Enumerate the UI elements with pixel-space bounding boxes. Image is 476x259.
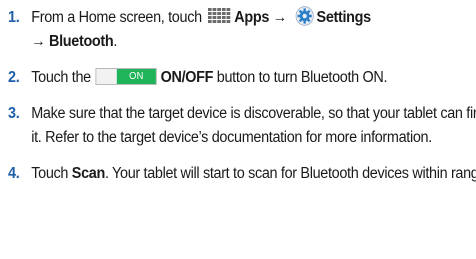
on-off-toggle: ON: [95, 68, 157, 85]
arrow: →: [31, 33, 46, 50]
onoff-label: ON/OFF: [160, 69, 214, 86]
instruction-list: 1. From a Home screen, touch Apps → Sett…: [0, 0, 476, 259]
step-4: 4. Touch Scan. Your tablet will start to…: [8, 162, 476, 186]
bluetooth-label: Bluetooth: [49, 33, 114, 50]
step-number: 4.: [8, 165, 20, 182]
settings-label: Settings: [316, 9, 372, 26]
step-text: From a Home screen, touch: [31, 9, 202, 26]
period: .: [113, 33, 118, 50]
step-text: button to turn Bluetooth ON.: [216, 69, 388, 86]
step-2: 2. Touch the ON ON/OFF button to turn Blue…: [8, 66, 476, 90]
settings-gear-icon: [295, 6, 314, 26]
step-text: Touch the: [31, 69, 91, 86]
step-text: . Your tablet will start to scan for Blu…: [104, 165, 476, 182]
toggle-on-label: ON: [116, 69, 156, 84]
step-number: 2.: [8, 69, 20, 86]
arrow: →: [272, 9, 287, 26]
step-1: 1. From a Home screen, touch Apps → Sett…: [8, 6, 476, 54]
apps-label: Apps: [234, 9, 270, 26]
step-text: Make sure that the target device is disc…: [31, 105, 476, 146]
step-number: 3.: [8, 105, 20, 122]
scan-label: Scan: [71, 165, 105, 182]
step-number: 1.: [8, 9, 20, 26]
step-3: 3. Make sure that the target device is d…: [8, 102, 476, 150]
step-text: Touch: [31, 165, 69, 182]
apps-grid-icon: [208, 8, 231, 23]
